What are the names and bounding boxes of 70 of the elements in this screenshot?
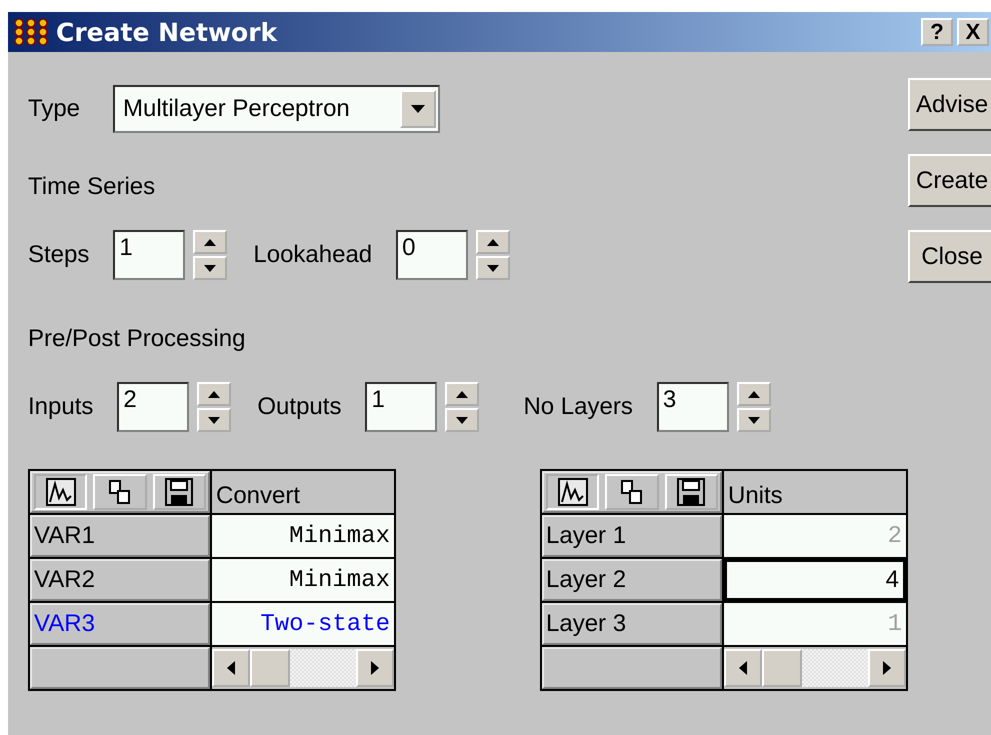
left-arrow-icon — [739, 661, 747, 675]
copy-tool-button[interactable] — [93, 474, 147, 510]
field-label: Lookahead — [253, 241, 372, 269]
down-arrow-icon — [748, 416, 760, 424]
spin-up-button[interactable] — [445, 382, 480, 406]
copy-icon — [108, 479, 132, 505]
chart-tool-button[interactable] — [34, 474, 88, 510]
app-logo-icon — [14, 19, 48, 45]
chart-icon — [46, 478, 76, 506]
layer-name: Layer 3 — [546, 610, 626, 638]
dropdown-arrow-icon — [411, 105, 425, 113]
section-title: Time Series — [28, 173, 156, 202]
field-label: Steps — [28, 241, 90, 269]
dialog-button[interactable]: Close — [908, 230, 991, 283]
down-arrow-icon — [456, 416, 468, 424]
variable-name: VAR2 — [34, 566, 95, 594]
save-tool-button[interactable] — [152, 474, 206, 510]
down-arrow-icon — [487, 264, 500, 272]
column-header: Units — [724, 471, 906, 513]
chart-icon — [558, 478, 588, 506]
horizontal-scrollbar[interactable] — [724, 647, 906, 689]
spin-up-button[interactable] — [736, 382, 771, 406]
number-field[interactable]: 1 — [365, 382, 438, 432]
spin-down-button[interactable] — [193, 256, 228, 280]
horizontal-scrollbar[interactable] — [212, 647, 394, 689]
spin-up-button[interactable] — [197, 382, 232, 406]
section-title: Pre/Post Processing — [28, 325, 246, 354]
spin-down-button[interactable] — [445, 408, 480, 432]
copy-tool-button[interactable] — [605, 474, 659, 510]
copy-icon — [620, 479, 644, 505]
right-arrow-icon — [371, 661, 379, 675]
down-arrow-icon — [208, 416, 220, 424]
table-cell[interactable]: Two-state — [212, 603, 394, 645]
type-dropdown[interactable]: Multilayer Perceptron — [113, 85, 440, 133]
number-field[interactable]: 3 — [656, 382, 729, 432]
variable-name: VAR1 — [34, 522, 95, 550]
down-arrow-icon — [204, 264, 216, 272]
spin-down-button[interactable] — [197, 408, 232, 432]
up-arrow-icon — [204, 238, 216, 246]
spin-down-button[interactable] — [736, 408, 771, 432]
number-field[interactable]: 2 — [117, 382, 190, 432]
spin-down-button[interactable] — [476, 256, 510, 280]
window-close-button[interactable]: X — [957, 18, 989, 46]
dialog-button[interactable]: Create — [908, 154, 991, 207]
number-field[interactable]: 0 — [396, 230, 468, 280]
up-arrow-icon — [456, 390, 468, 398]
field-label: Outputs — [257, 393, 342, 421]
chart-tool-button[interactable] — [546, 474, 600, 510]
field-label: Inputs — [28, 393, 94, 421]
up-arrow-icon — [748, 390, 760, 398]
table-cell[interactable]: Minimax — [212, 515, 394, 557]
spin-up-button[interactable] — [476, 230, 510, 254]
save-tool-button[interactable] — [664, 474, 718, 510]
dialog-button[interactable]: Advise — [908, 78, 991, 131]
layer-name: Layer 1 — [546, 522, 626, 550]
window-title: Create Network — [56, 18, 278, 46]
type-label: Type — [28, 95, 82, 123]
up-arrow-icon — [487, 238, 500, 246]
field-label: No Layers — [523, 393, 633, 421]
help-button[interactable]: ? — [921, 18, 953, 46]
table-cell[interactable]: Minimax — [212, 559, 394, 601]
number-field[interactable]: 1 — [113, 230, 186, 280]
spin-up-button[interactable] — [193, 230, 228, 254]
variable-name: VAR3 — [34, 610, 95, 638]
column-header: Convert — [212, 471, 394, 513]
layer-name: Layer 2 — [546, 566, 626, 594]
table-cell[interactable]: 4 — [724, 559, 906, 601]
up-arrow-icon — [208, 390, 220, 398]
left-arrow-icon — [227, 661, 235, 675]
right-arrow-icon — [883, 661, 891, 675]
